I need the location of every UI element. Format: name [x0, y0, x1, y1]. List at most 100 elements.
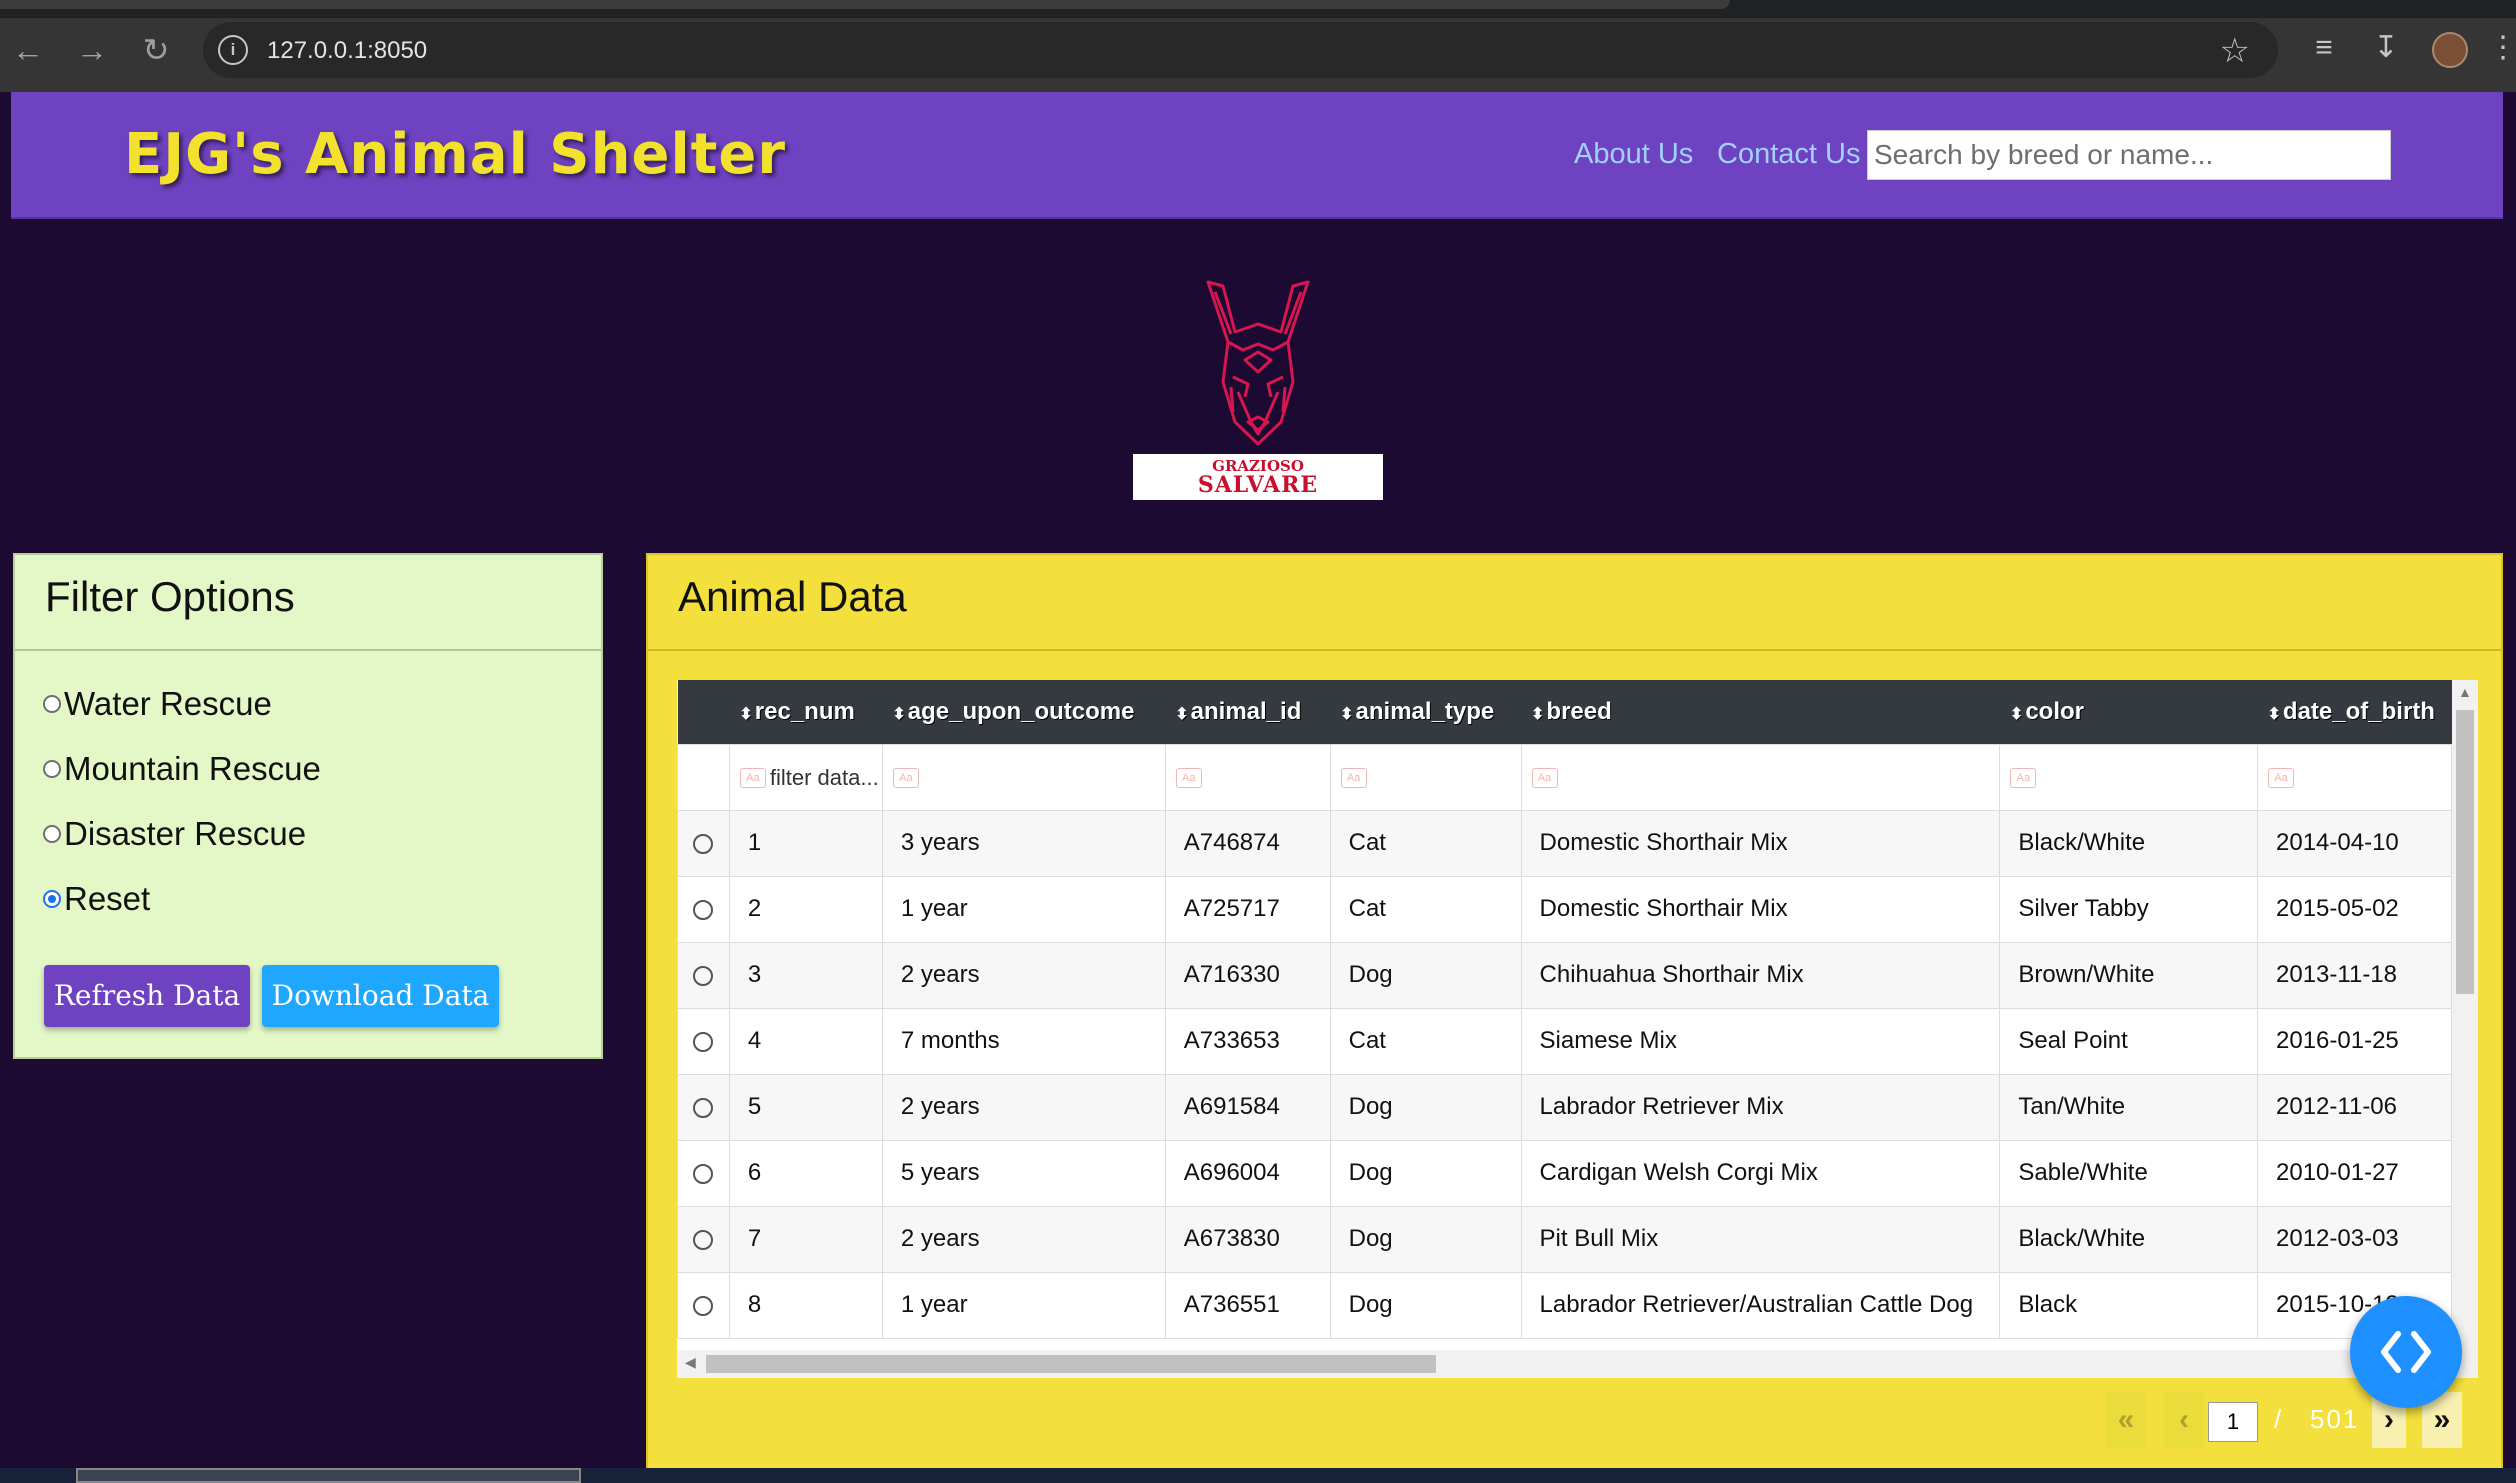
case-toggle-icon[interactable]: Aa: [1340, 767, 1367, 788]
table-cell: Tan/White: [1999, 1073, 2259, 1141]
table-row[interactable]: 52 years A691584 Dog Labrador Retriever Mix…: [677, 1073, 2452, 1141]
address-bar[interactable]: i 127.0.0.1:8050 ☆: [203, 22, 2278, 78]
sort-icon[interactable]: ⬍: [2010, 706, 2023, 723]
forward-icon[interactable]: →: [72, 30, 112, 70]
row-select-radio[interactable]: [693, 1163, 714, 1184]
active-tab[interactable]: [0, 0, 1730, 9]
sort-icon[interactable]: ⬍: [892, 706, 905, 723]
row-select-radio[interactable]: [693, 1295, 714, 1316]
vertical-scrollbar[interactable]: ▲: [2452, 680, 2478, 1350]
table-row[interactable]: 13 years A746874 Cat Domestic Shorthair Mix…: [677, 809, 2452, 877]
previous-page-button[interactable]: ‹: [2164, 1392, 2204, 1448]
scroll-up-icon[interactable]: ▲: [2458, 684, 2472, 700]
filter-cell[interactable]: Aa: [2257, 743, 2452, 811]
row-select-cell[interactable]: [677, 1073, 730, 1141]
radio-disaster-rescue[interactable]: Disaster Rescue: [43, 815, 306, 853]
back-icon[interactable]: ←: [8, 30, 48, 70]
filter-cell[interactable]: Aa: [1520, 743, 2001, 811]
filter-cell-rec-num[interactable]: Aa filter data...: [728, 743, 883, 811]
nav-about-us[interactable]: About Us: [1574, 138, 1693, 171]
table-cell: 7: [728, 1205, 883, 1273]
column-header-animal-id[interactable]: ⬍animal_id: [1165, 680, 1330, 744]
row-select-cell[interactable]: [677, 1271, 730, 1339]
case-toggle-icon[interactable]: Aa: [2010, 767, 2037, 788]
table-cell: 2016-01-25: [2257, 1007, 2452, 1075]
column-header-color[interactable]: ⬍color: [2000, 680, 2258, 744]
row-select-cell[interactable]: [677, 1007, 730, 1075]
row-select-radio[interactable]: [693, 833, 714, 854]
case-toggle-icon[interactable]: Aa: [739, 767, 766, 788]
table-row[interactable]: 65 years A696004 Dog Cardigan Welsh Corgi M…: [677, 1139, 2452, 1207]
download-data-button[interactable]: Download Data: [262, 965, 499, 1027]
sort-icon[interactable]: ⬍: [1340, 706, 1353, 723]
row-select-cell[interactable]: [677, 875, 730, 943]
data-card-header: Animal Data: [648, 555, 2501, 651]
scroll-left-icon[interactable]: ◀: [685, 1354, 696, 1371]
column-header-rec-num[interactable]: ⬍rec_num: [729, 680, 882, 744]
table-cell: 1: [728, 809, 883, 877]
row-select-cell[interactable]: [677, 941, 730, 1009]
taskbar-window[interactable]: [76, 1468, 581, 1483]
sort-icon[interactable]: ⬍: [739, 706, 752, 723]
case-toggle-icon[interactable]: Aa: [892, 767, 919, 788]
horizontal-scroll-thumb[interactable]: [706, 1355, 1436, 1373]
first-page-button[interactable]: «: [2106, 1392, 2146, 1448]
radio-mountain-rescue[interactable]: Mountain Rescue: [43, 750, 321, 788]
table-row[interactable]: 21 year A725717 Cat Domestic Shorthair Mix S…: [677, 875, 2452, 943]
table-cell: Cardigan Welsh Corgi Mix: [1520, 1139, 2001, 1207]
profile-avatar[interactable]: [2432, 32, 2468, 68]
column-header-date-of-birth[interactable]: ⬍date_of_birth: [2258, 680, 2452, 744]
media-queue-icon[interactable]: ≡: [2302, 26, 2346, 70]
row-select-radio[interactable]: [693, 899, 714, 920]
radio-reset[interactable]: Reset: [43, 880, 150, 918]
case-toggle-icon[interactable]: Aa: [1531, 767, 1558, 788]
horizontal-scrollbar[interactable]: ◀: [677, 1350, 2478, 1378]
column-header-age-upon-outcome[interactable]: ⬍age_upon_outcome: [882, 680, 1165, 744]
column-header-breed[interactable]: ⬍breed: [1521, 680, 2000, 744]
sort-icon[interactable]: ⬍: [2268, 706, 2281, 723]
bookmark-star-icon[interactable]: ☆: [2220, 31, 2250, 71]
os-taskbar: [0, 1468, 2516, 1483]
row-select-radio[interactable]: [693, 1097, 714, 1118]
filter-cell[interactable]: Aa: [1329, 743, 1522, 811]
table-cell: A733653: [1164, 1007, 1331, 1075]
row-select-cell[interactable]: [677, 809, 730, 877]
download-icon[interactable]: ↧: [2364, 26, 2408, 70]
site-header: EJG's Animal Shelter About Us Contact Us: [11, 92, 2503, 219]
menu-icon[interactable]: ⋮: [2488, 26, 2516, 70]
row-select-cell[interactable]: [677, 1139, 730, 1207]
filter-cell[interactable]: Aa: [1999, 743, 2259, 811]
radio-label: Mountain Rescue: [64, 750, 321, 787]
row-select-radio[interactable]: [693, 965, 714, 986]
radio-icon[interactable]: [43, 890, 61, 908]
table-row[interactable]: 72 years A673830 Dog Pit Bull Mix Black/Whit…: [677, 1205, 2452, 1273]
filter-row: Aa filter data... Aa Aa Aa Aa Aa Aa: [677, 743, 2452, 811]
dev-tools-button[interactable]: [2350, 1296, 2462, 1408]
site-info-icon[interactable]: i: [218, 35, 248, 65]
sort-icon[interactable]: ⬍: [1175, 706, 1188, 723]
table-row[interactable]: 47 months A733653 Cat Siamese Mix Seal Point…: [677, 1007, 2452, 1075]
row-select-radio[interactable]: [693, 1229, 714, 1250]
filter-cell[interactable]: Aa: [881, 743, 1166, 811]
row-select-cell[interactable]: [677, 1205, 730, 1273]
sort-icon[interactable]: ⬍: [1531, 706, 1544, 723]
refresh-data-button[interactable]: Refresh Data: [44, 965, 250, 1027]
case-toggle-icon[interactable]: Aa: [2268, 767, 2295, 788]
radio-water-rescue[interactable]: Water Rescue: [43, 685, 272, 723]
table-cell: A696004: [1164, 1139, 1331, 1207]
reload-icon[interactable]: ↻: [136, 30, 176, 70]
page-number-input[interactable]: 1: [2208, 1402, 2258, 1442]
column-header-animal-type[interactable]: ⬍animal_type: [1330, 680, 1521, 744]
radio-icon[interactable]: [43, 695, 61, 713]
table-cell: Seal Point: [1999, 1007, 2259, 1075]
filter-cell[interactable]: Aa: [1164, 743, 1331, 811]
nav-contact-us[interactable]: Contact Us: [1717, 138, 1860, 171]
radio-icon[interactable]: [43, 825, 61, 843]
search-input[interactable]: [1867, 130, 2391, 180]
case-toggle-icon[interactable]: Aa: [1175, 767, 1202, 788]
table-row[interactable]: 81 year A736551 Dog Labrador Retriever/Aust…: [677, 1271, 2452, 1339]
radio-icon[interactable]: [43, 760, 61, 778]
row-select-radio[interactable]: [693, 1031, 714, 1052]
vertical-scroll-thumb[interactable]: [2456, 710, 2474, 994]
table-row[interactable]: 32 years A716330 Dog Chihuahua Shorthair Mi…: [677, 941, 2452, 1009]
